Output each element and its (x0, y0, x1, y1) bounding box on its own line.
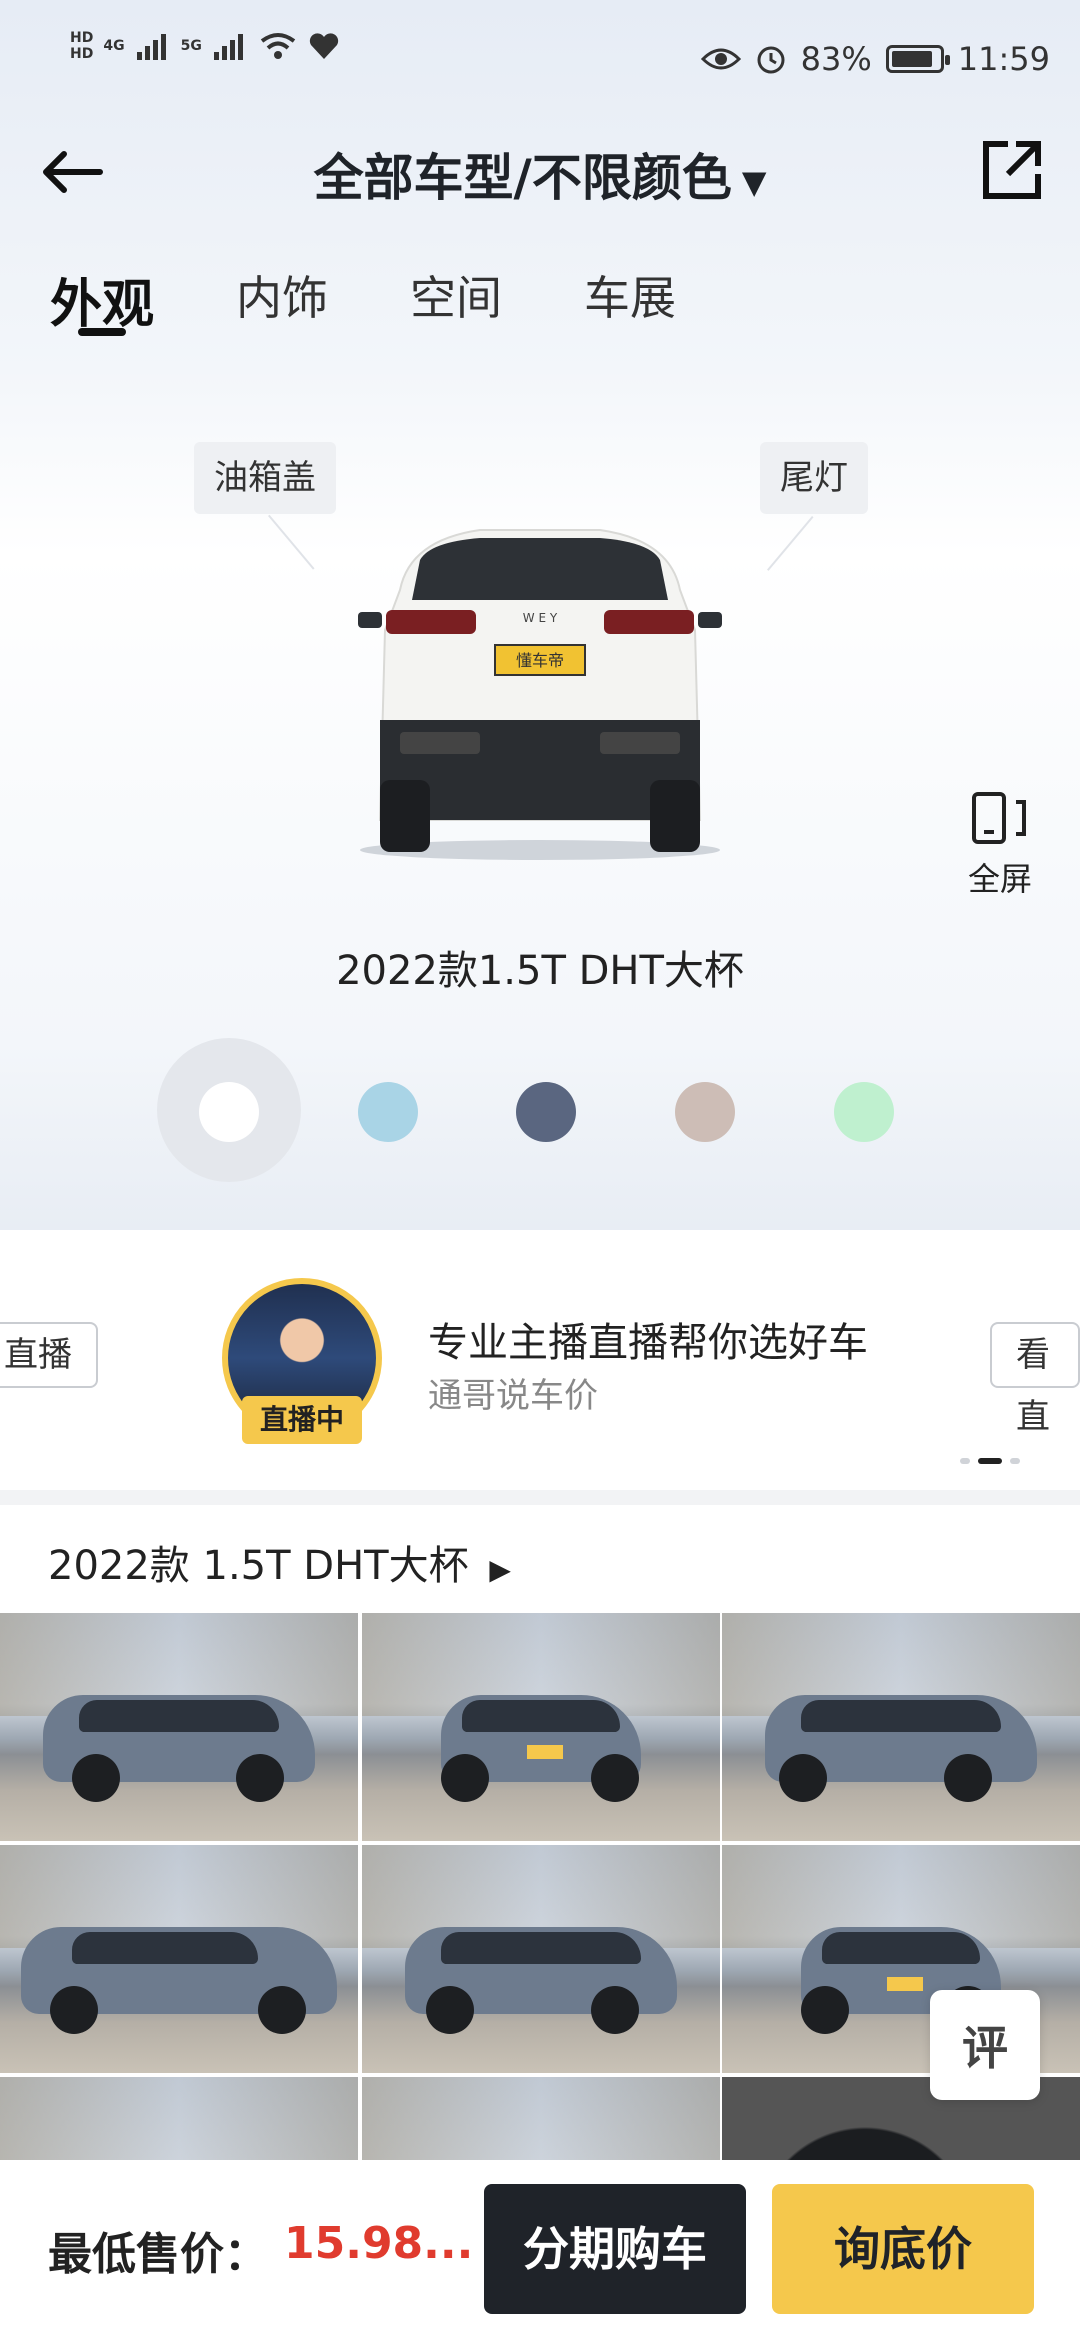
gallery-photo[interactable] (0, 1845, 358, 2073)
signal2-icon (213, 34, 243, 60)
photo-grid (0, 1613, 1080, 2305)
color-swatch-slate[interactable] (516, 1082, 576, 1142)
price-value: 15.98... (284, 2218, 474, 2269)
car-rear-image[interactable]: W E Y 懂车帝 (350, 520, 730, 860)
tab-space[interactable]: 空间 (410, 262, 502, 337)
gallery-header[interactable]: 2022款 1.5T DHT大杯 ▶ (0, 1505, 1080, 1615)
eye-icon (700, 48, 741, 70)
clock: 11:59 (957, 40, 1050, 78)
review-icon: 评 (962, 2021, 1008, 2075)
status-left: HD HD 4G 5G (70, 30, 340, 62)
bottom-bar: 最低售价： 15.98... 分期购车 询底价 (0, 2160, 1080, 2340)
color-swatch-white[interactable] (199, 1082, 259, 1142)
rotate-device-icon (972, 792, 1026, 844)
color-swatch-lightblue[interactable] (358, 1082, 418, 1142)
gallery-photo[interactable] (362, 1845, 720, 2073)
price-label: 最低售价： (48, 2229, 268, 2280)
color-swatch-taupe[interactable] (675, 1082, 735, 1142)
hotspot-tail-light[interactable]: 尾灯 (760, 442, 868, 514)
hero-section: HD HD 4G 5G 83% 11:59 全部车型/不限颜色 ▼ 外观 内饰 … (0, 0, 1080, 1230)
hd1-label: HD (70, 30, 94, 46)
color-swatches (0, 1030, 1080, 1182)
gallery-photo[interactable] (722, 1613, 1080, 1841)
live-watch-button[interactable]: 看直 (990, 1322, 1080, 1437)
share-button[interactable] (980, 138, 1050, 208)
hotspot-tail-light-line (767, 516, 814, 571)
status-bar: HD HD 4G 5G 83% 11:59 (0, 0, 1080, 120)
network1-label: 4G (103, 38, 125, 54)
navbar: 全部车型/不限颜色 ▼ (0, 120, 1080, 220)
carousel-dot-active (978, 1458, 1002, 1464)
hd2-label: HD (70, 46, 94, 62)
gallery-photo[interactable] (0, 1613, 358, 1841)
category-tabs: 外观 内饰 空间 车展 (50, 262, 676, 337)
live-title: 专业主播直播帮你选好车 (428, 1320, 868, 1366)
car-brand-badge: W E Y (523, 611, 558, 625)
review-button[interactable]: 评 (930, 1990, 1040, 2100)
carousel-dot (1010, 1458, 1020, 1464)
tab-exterior[interactable]: 外观 (50, 262, 154, 337)
carousel-dot (960, 1458, 970, 1464)
share-external-icon (983, 141, 1041, 199)
signal1-icon (136, 34, 166, 60)
fullscreen-label: 全屏 (967, 860, 1032, 898)
gallery-photo[interactable] (362, 1613, 720, 1841)
hd-indicators: HD HD (70, 30, 93, 62)
installment-button[interactable]: 分期购车 (484, 2184, 746, 2314)
battery-icon (885, 45, 950, 73)
live-left-button[interactable]: 直播 (0, 1322, 98, 1388)
gallery-title: 2022款 1.5T DHT大杯 ▶ (48, 1533, 511, 1591)
model-caption: 2022款1.5T DHT大杯 (336, 948, 744, 994)
nav-title-text: 全部车型/不限颜色 (313, 149, 732, 207)
status-right: 83% 11:59 (700, 40, 1050, 78)
live-badge: 直播中 (242, 1396, 362, 1444)
alarm-icon (757, 46, 785, 74)
live-subtitle: 通哥说车价 (428, 1376, 598, 1416)
car-plate-text: 懂车帝 (516, 651, 564, 670)
carousel-dots (960, 1458, 1020, 1464)
hotspot-fuel-cap-line (268, 514, 315, 570)
wifi-icon (260, 33, 296, 59)
network2-label: 5G (180, 38, 202, 54)
live-banner[interactable]: 直播 直播中 专业主播直播帮你选好车 通哥说车价 看直 (0, 1230, 1080, 1490)
gallery-title-text: 2022款 1.5T DHT大杯 (48, 1543, 469, 1589)
color-swatch-mint[interactable] (834, 1082, 894, 1142)
hotspot-fuel-cap[interactable]: 油箱盖 (194, 442, 336, 514)
tab-autoshow[interactable]: 车展 (584, 262, 676, 337)
heart-icon (309, 33, 338, 59)
play-arrow-icon: ▶ (489, 1553, 511, 1586)
battery-percent: 83% (800, 40, 872, 78)
fullscreen-button[interactable]: 全屏 (955, 790, 1045, 900)
inquiry-button[interactable]: 询底价 (772, 2184, 1034, 2314)
dropdown-caret-icon: ▼ (741, 162, 767, 201)
model-color-selector[interactable]: 全部车型/不限颜色 ▼ (0, 138, 1080, 210)
tab-interior[interactable]: 内饰 (236, 262, 328, 337)
